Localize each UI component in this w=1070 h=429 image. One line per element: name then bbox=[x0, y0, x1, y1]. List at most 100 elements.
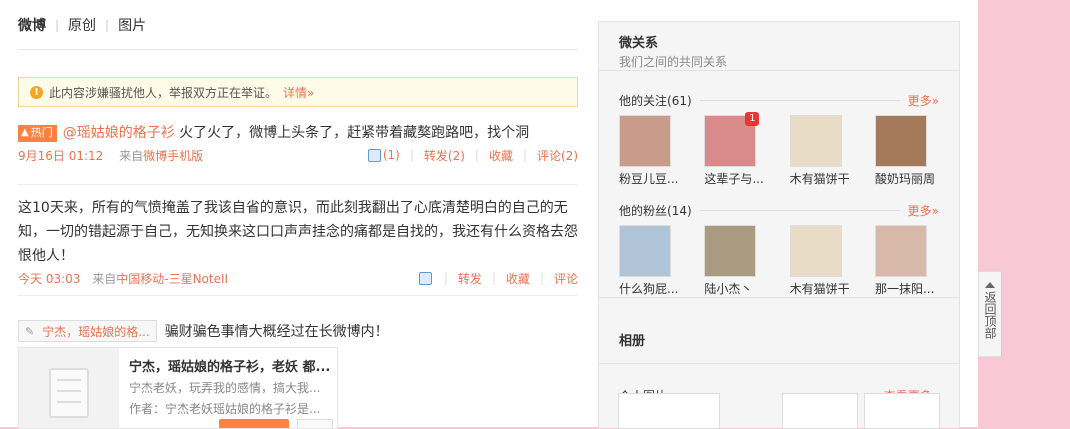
post-time[interactable]: 今天 03:03 bbox=[18, 272, 80, 286]
following-label: 他的关注 bbox=[619, 94, 668, 108]
album-title: 相册 bbox=[619, 334, 646, 349]
post-meta: 9月16日 01:12 来自微博手机版 (1) | 转发(2) | 收藏 | 评… bbox=[18, 147, 578, 163]
user-item[interactable]: 木有猫饼干 bbox=[789, 225, 854, 297]
document-icon bbox=[49, 368, 89, 418]
hot-badge: ▲ 热门 bbox=[18, 124, 57, 142]
avatar[interactable] bbox=[789, 225, 842, 277]
following-list: 粉豆儿豆... 1 这辈子与... 木有猫饼干 酸奶玛丽周 bbox=[619, 112, 939, 187]
avatar[interactable] bbox=[619, 115, 671, 167]
sidebar: 微关系 我们之间的共同关系 他的关注 (61) 更多» 粉豆儿豆... 1 这辈子与… bbox=[598, 21, 960, 428]
post-source[interactable]: 中国移动-三星NoteII bbox=[116, 272, 228, 286]
user-name[interactable]: 这辈子与... bbox=[704, 170, 768, 187]
user-name[interactable]: 木有猫饼干 bbox=[790, 280, 854, 297]
card-author: 作者：宁杰老妖瑶姑娘的格子衫是... bbox=[129, 402, 321, 416]
read-button[interactable] bbox=[219, 419, 289, 428]
back-to-top-label: 返回顶部 bbox=[983, 291, 997, 339]
sidebar-title: 微关系 bbox=[619, 36, 659, 51]
following-section: 他的关注 (61) 更多» 粉豆儿豆... 1 这辈子与... 木有猫饼干 酸奶玛丽… bbox=[619, 92, 939, 187]
divider bbox=[599, 297, 959, 298]
exclamation-icon: ! bbox=[30, 85, 43, 99]
fans-list: 什么狗屁... 陆小杰丶 木有猫饼干 那一抹阳... bbox=[619, 225, 939, 297]
user-name[interactable]: 那一抹阳... bbox=[875, 280, 939, 297]
notification-badge: 1 bbox=[745, 112, 760, 126]
post-text: 骗财骗色事情大概经过在长微博内！ bbox=[164, 324, 389, 340]
divider bbox=[18, 295, 578, 296]
flame-icon: ▲ bbox=[21, 127, 29, 138]
warning-text: 此内容涉嫌骚扰他人，举报双方正在举证。 bbox=[49, 85, 278, 100]
post-hot: ▲ 热门 @瑶姑娘的格子衫 火了火了，微博上头条了，赶紧带着藏獒跑路吧，找个洞 9月… bbox=[18, 121, 578, 163]
photo-thumbnail[interactable] bbox=[618, 393, 720, 429]
sidebar-subtitle: 我们之间的共同关系 bbox=[619, 55, 728, 69]
long-weibo-card[interactable]: 宁杰，瑶姑娘的格子衫，老妖 都... 宁杰老妖，玩弄我的感情，搞大我... 作者… bbox=[18, 347, 338, 429]
user-item[interactable]: 酸奶玛丽周 bbox=[874, 115, 939, 187]
warning-banner: ! 此内容涉嫌骚扰他人，举报双方正在举证。 详情» bbox=[18, 77, 578, 107]
back-to-top-button[interactable]: 返回顶部 bbox=[978, 271, 1002, 357]
post-time[interactable]: 9月16日 01:12 bbox=[18, 149, 103, 163]
source-prefix: 来自 bbox=[92, 271, 117, 286]
post-source[interactable]: 微博手机版 bbox=[143, 149, 203, 163]
post-text: 这10天来，所有的气愤掩盖了我该自省的意识，而此刻我翻出了心底清楚明白的自己的无… bbox=[18, 200, 578, 264]
comment-button[interactable]: 评论 bbox=[554, 270, 578, 287]
forward-button[interactable]: 转发(2) bbox=[424, 147, 465, 164]
source-prefix: 来自 bbox=[119, 148, 144, 163]
forward-button[interactable]: 转发 bbox=[458, 270, 482, 287]
fans-more-link[interactable]: 更多» bbox=[908, 202, 939, 219]
fans-section: 他的粉丝 (14) 更多» 什么狗屁... 陆小杰丶 木有猫饼干 那一抹阳... bbox=[619, 202, 939, 297]
like-button[interactable]: (1) bbox=[367, 148, 400, 162]
avatar[interactable]: 1 bbox=[704, 112, 760, 167]
thumbs-up-icon bbox=[418, 272, 432, 285]
user-item[interactable]: 木有猫饼干 bbox=[789, 115, 854, 187]
user-item[interactable]: 那一抹阳... bbox=[874, 225, 939, 297]
long-weibo-link[interactable]: ✎ 宁杰，瑶姑娘的格... bbox=[18, 320, 157, 342]
tab-original[interactable]: 原创 bbox=[68, 15, 96, 35]
post-longweibo: ✎ 宁杰，瑶姑娘的格... 骗财骗色事情大概经过在长微博内！ bbox=[18, 320, 578, 342]
fans-label: 他的粉丝 bbox=[619, 204, 668, 218]
user-item[interactable]: 什么狗屁... bbox=[619, 225, 683, 297]
card-title: 宁杰，瑶姑娘的格子衫，老妖 都... bbox=[129, 360, 329, 375]
post-actions: | 转发 | 收藏 | 评论 bbox=[418, 270, 578, 287]
user-item[interactable]: 粉豆儿豆... bbox=[619, 115, 683, 187]
user-name[interactable]: 陆小杰丶 bbox=[704, 280, 768, 297]
avatar[interactable] bbox=[874, 225, 927, 277]
user-name[interactable]: 酸奶玛丽周 bbox=[875, 170, 939, 187]
post-reflection: 这10天来，所有的气愤掩盖了我该自省的意识，而此刻我翻出了心底清楚明白的自己的无… bbox=[18, 196, 578, 286]
tab-weibo[interactable]: 微博 bbox=[18, 15, 46, 35]
warning-details-link[interactable]: 详情» bbox=[283, 84, 314, 101]
divider bbox=[18, 184, 578, 185]
photo-thumbnail[interactable] bbox=[782, 393, 858, 429]
thumbs-up-icon bbox=[367, 149, 381, 162]
avatar[interactable] bbox=[789, 115, 842, 167]
share-button[interactable] bbox=[297, 419, 333, 428]
user-item[interactable]: 1 这辈子与... bbox=[704, 112, 768, 187]
album-section: 相册 bbox=[619, 330, 939, 349]
feed: 微博 | 原创 | 图片 ! 此内容涉嫌骚扰他人，举报双方正在举证。 详情» ▲… bbox=[18, 0, 578, 429]
document-thumbnail bbox=[19, 348, 119, 428]
like-button[interactable] bbox=[418, 271, 434, 285]
feed-tabs: 微博 | 原创 | 图片 bbox=[18, 0, 578, 50]
post-actions: (1) | 转发(2) | 收藏 | 评论(2) bbox=[367, 147, 578, 164]
post-text: 火了火了，微博上头条了，赶紧带着藏獒跑路吧，找个洞 bbox=[174, 125, 530, 141]
avatar[interactable] bbox=[874, 115, 927, 167]
avatar[interactable] bbox=[704, 225, 757, 277]
post-meta: 今天 03:03 来自中国移动-三星NoteII | 转发 | 收藏 | 评论 bbox=[18, 270, 578, 286]
main-content: 微博 | 原创 | 图片 ! 此内容涉嫌骚扰他人，举报双方正在举证。 详情» ▲… bbox=[0, 0, 978, 429]
sidebar-header: 微关系 我们之间的共同关系 bbox=[599, 22, 959, 71]
user-name[interactable]: 什么狗屁... bbox=[619, 280, 683, 297]
user-item[interactable]: 陆小杰丶 bbox=[704, 225, 768, 297]
comment-button[interactable]: 评论(2) bbox=[537, 147, 578, 164]
mention-link[interactable]: @瑶姑娘的格子衫 bbox=[63, 125, 175, 141]
divider bbox=[599, 363, 959, 364]
favorite-button[interactable]: 收藏 bbox=[506, 270, 530, 287]
card-description: 宁杰老妖，玩弄我的感情，搞大我... bbox=[129, 381, 321, 395]
following-more-link[interactable]: 更多» bbox=[908, 92, 939, 109]
arrow-up-icon bbox=[985, 282, 995, 288]
photo-thumbnail[interactable] bbox=[864, 393, 940, 429]
following-count: (61) bbox=[667, 93, 692, 108]
user-name[interactable]: 木有猫饼干 bbox=[790, 170, 854, 187]
tab-images[interactable]: 图片 bbox=[118, 15, 146, 35]
user-name[interactable]: 粉豆儿豆... bbox=[619, 170, 683, 187]
link-icon: ✎ bbox=[25, 324, 35, 338]
favorite-button[interactable]: 收藏 bbox=[489, 147, 513, 164]
fans-count: (14) bbox=[667, 203, 692, 218]
avatar[interactable] bbox=[619, 225, 671, 277]
